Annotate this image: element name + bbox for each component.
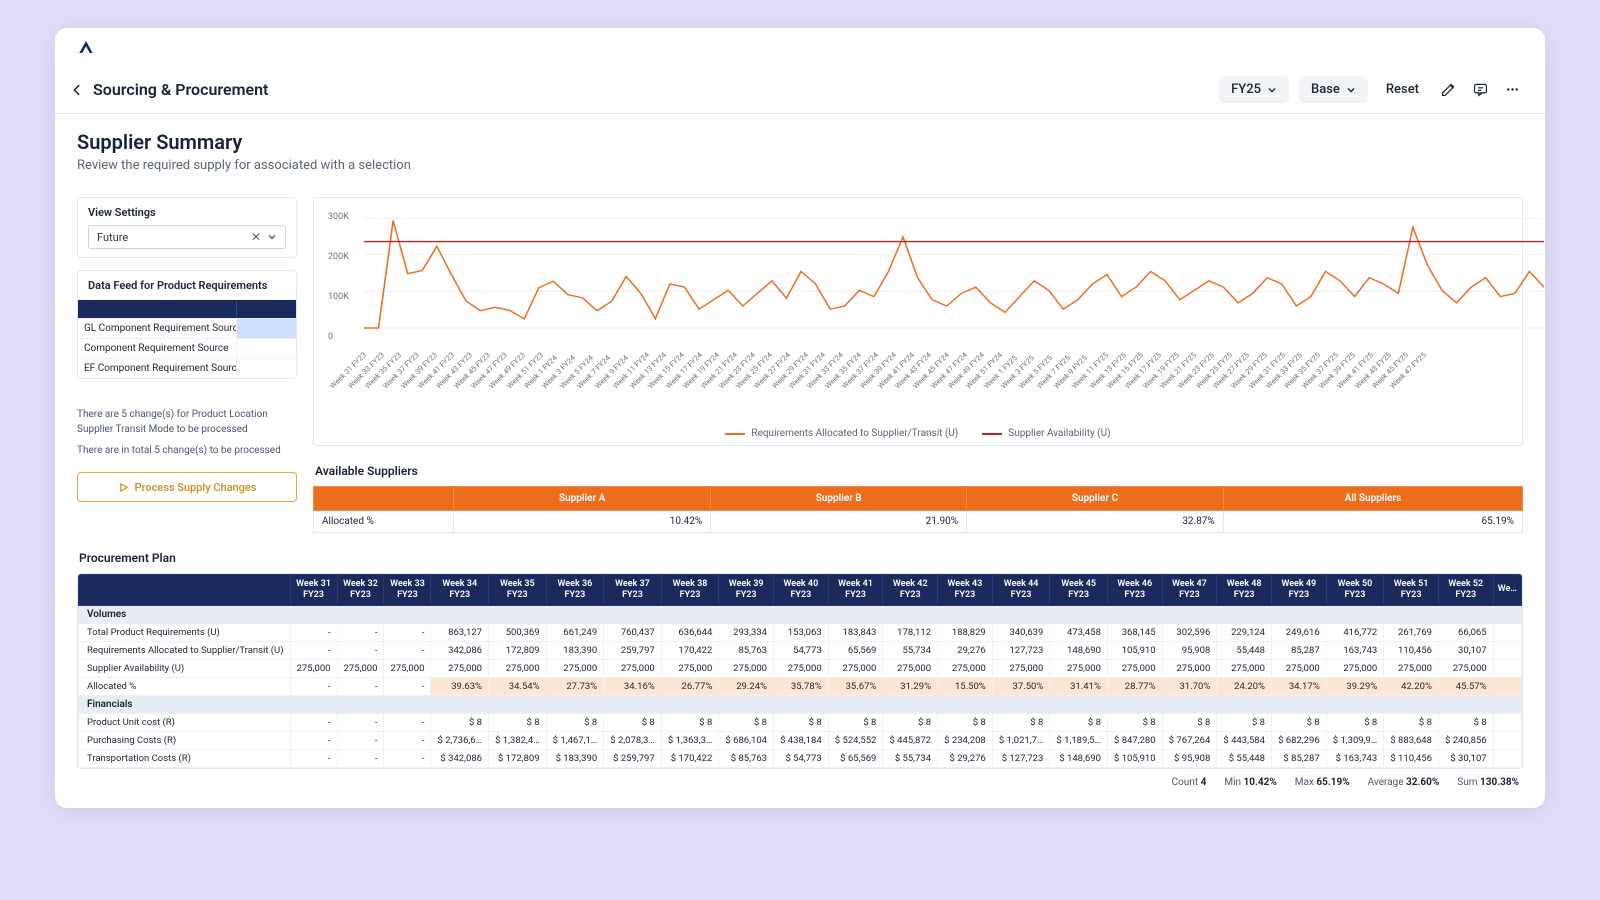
data-feed-row[interactable]: EF Component Requirement Source (78, 358, 296, 378)
supplier-col: Supplier B (711, 487, 967, 511)
reset-button[interactable]: Reset (1378, 76, 1427, 103)
allocated-value: 32.87% (967, 511, 1224, 533)
allocated-value: 10.42% (454, 511, 711, 533)
supplier-col: Supplier C (967, 487, 1224, 511)
allocated-label: Allocated % (314, 511, 454, 533)
view-settings-head: View Settings (88, 206, 286, 219)
data-feed-header-row (78, 300, 296, 318)
comment-icon[interactable] (1469, 79, 1491, 101)
fiscal-year-label: FY25 (1231, 82, 1261, 97)
clear-icon[interactable]: ✕ (251, 230, 261, 244)
view-settings-panel: View Settings Future ✕ (77, 197, 297, 258)
app-logo (77, 38, 95, 56)
data-feed-head: Data Feed for Product Requirements (78, 271, 296, 300)
process-button-label: Process Supply Changes (135, 481, 257, 494)
view-select[interactable]: Future ✕ (88, 225, 286, 249)
supplier-col: All Suppliers (1223, 487, 1522, 511)
available-suppliers-title: Available Suppliers (315, 464, 1523, 478)
supply-chart: 0100K200K300K Week 31 FY23Week 33 FY23We… (313, 197, 1523, 446)
allocated-value: 21.90% (711, 511, 967, 533)
fiscal-year-dropdown[interactable]: FY25 (1219, 76, 1289, 103)
scenario-dropdown[interactable]: Base (1299, 76, 1368, 103)
stats-bar: Count 4 Min 10.42% Max 65.19% Average 32… (77, 769, 1523, 788)
change-note-2: There are in total 5 change(s) to be pro… (77, 443, 297, 458)
section-desc: Review the required supply for associate… (77, 158, 1523, 173)
procurement-plan-table[interactable]: Week 31FY23Week 32FY23Week 33FY23Week 34… (78, 574, 1522, 768)
view-select-value: Future (97, 231, 128, 244)
page-title: Sourcing & Procurement (93, 80, 268, 99)
scenario-label: Base (1311, 82, 1340, 97)
more-icon[interactable] (1501, 79, 1523, 101)
legend-availability: Supplier Availability (U) (982, 428, 1110, 439)
data-feed-panel: Data Feed for Product Requirements GL Co… (77, 270, 297, 379)
available-suppliers-table: Supplier ASupplier BSupplier CAll Suppli… (313, 486, 1523, 533)
procurement-plan-title: Procurement Plan (79, 551, 1523, 565)
play-icon (118, 482, 129, 493)
process-supply-changes-button[interactable]: Process Supply Changes (77, 472, 297, 502)
chevron-down-icon (267, 232, 277, 242)
allocated-value: 65.19% (1223, 511, 1522, 533)
change-note-1: There are 5 change(s) for Product Locati… (77, 407, 297, 437)
data-feed-row[interactable]: GL Component Requirement Source (78, 318, 296, 338)
section-title: Supplier Summary (77, 130, 1523, 154)
legend-requirements: Requirements Allocated to Supplier/Trans… (725, 428, 958, 439)
supplier-col: Supplier A (454, 487, 711, 511)
data-feed-row[interactable]: Component Requirement Source (78, 338, 296, 358)
change-notes: There are 5 change(s) for Product Locati… (77, 407, 297, 458)
edit-icon[interactable] (1437, 79, 1459, 101)
back-button[interactable] (69, 82, 85, 98)
